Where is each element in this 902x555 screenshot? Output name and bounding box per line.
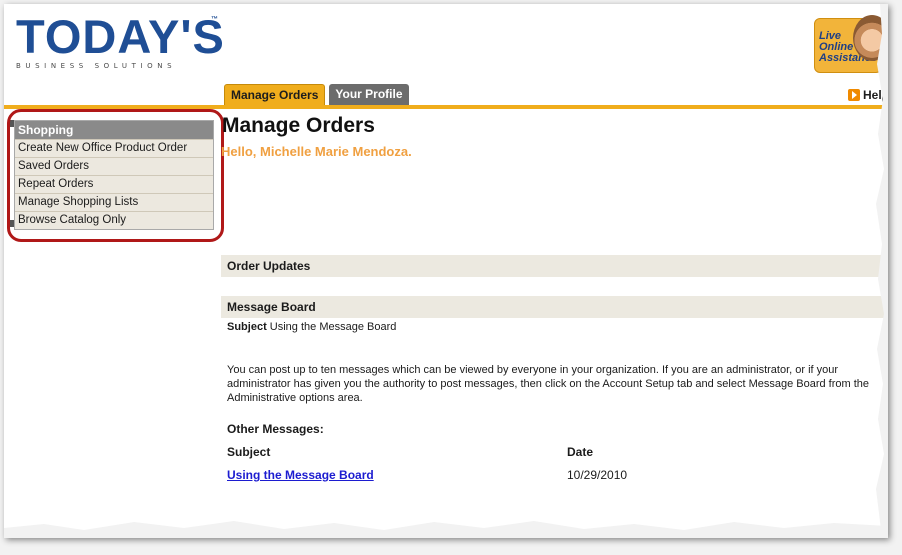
column-header-subject: Subject bbox=[227, 445, 271, 459]
subject-line: Subject Using the Message Board bbox=[227, 321, 396, 333]
greeting-text: Hello, Michelle Marie Mendoza. bbox=[221, 144, 412, 159]
message-body: You can post up to ten messages which ca… bbox=[227, 364, 870, 404]
column-header-date: Date bbox=[567, 445, 594, 459]
tab-your-profile[interactable]: Your Profile bbox=[329, 84, 409, 105]
subject-label: Subject bbox=[227, 321, 267, 333]
highlight-callout bbox=[7, 109, 224, 242]
page-title: Manage Orders bbox=[222, 114, 375, 137]
main-content: Manage Orders Hello, Michelle Marie Mend… bbox=[221, 114, 888, 159]
company-logo[interactable]: TODAY'S ™ BUSINESS SOLUTIONS bbox=[16, 10, 226, 72]
tab-manage-orders[interactable]: Manage Orders bbox=[224, 84, 326, 105]
order-updates-header: Order Updates bbox=[221, 255, 888, 277]
main-tabs: Manage Orders Your Profile bbox=[224, 84, 409, 105]
play-icon bbox=[848, 89, 860, 101]
page: TODAY'S ™ BUSINESS SOLUTIONS Live Online… bbox=[4, 4, 888, 538]
torn-edge-right bbox=[876, 4, 888, 538]
logo-text: TODAY'S bbox=[16, 10, 225, 63]
torn-edge-bottom bbox=[4, 521, 888, 538]
other-messages-title: Other Messages: bbox=[227, 422, 324, 436]
subject-value: Using the Message Board bbox=[269, 321, 397, 333]
message-board-header: Message Board bbox=[221, 296, 888, 318]
logo-trademark: ™ bbox=[211, 16, 218, 23]
logo-subtitle: BUSINESS SOLUTIONS bbox=[16, 62, 177, 70]
message-date: 10/29/2010 bbox=[567, 468, 628, 482]
message-link[interactable]: Using the Message Board bbox=[227, 468, 374, 482]
